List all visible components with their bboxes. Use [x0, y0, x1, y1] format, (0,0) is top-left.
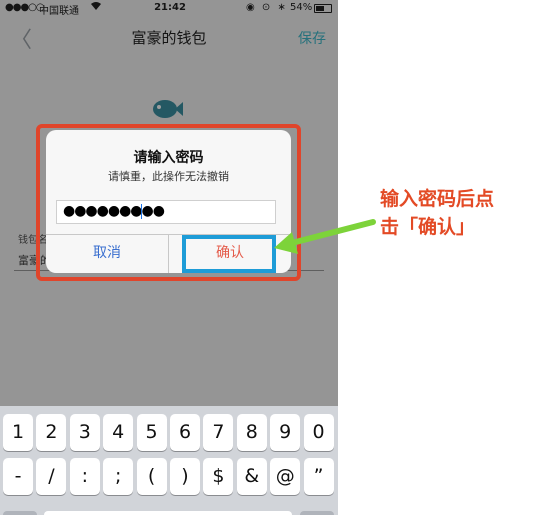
keyboard-key[interactable]: : [69, 458, 100, 495]
keyboard-key[interactable]: / [36, 458, 67, 495]
keyboard-return-key[interactable] [300, 511, 334, 515]
keyboard-key[interactable]: ; [103, 458, 134, 495]
keyboard-key[interactable]: 7 [203, 414, 234, 451]
keyboard-key[interactable]: ) [170, 458, 200, 495]
keyboard-key[interactable]: ” [303, 458, 334, 495]
callout-line-1: 输入密码后点 [380, 188, 495, 210]
keyboard-key[interactable]: @ [270, 458, 301, 495]
keyboard-key[interactable]: 2 [36, 414, 67, 451]
keyboard-key[interactable]: 3 [69, 414, 100, 451]
numeric-keyboard: 1 2 3 4 5 6 7 8 9 0 - /:;() $ & @” [0, 406, 338, 515]
keyboard-key[interactable]: 1 [3, 414, 33, 451]
keyboard-key[interactable]: 4 [103, 414, 134, 451]
callout-line-2: 击「确认」 [380, 216, 476, 238]
keyboard-key[interactable]: ( [136, 458, 167, 495]
instruction-callout: 输入密码后点 击「确认」 [380, 185, 550, 241]
keyboard-key[interactable]: 8 [236, 414, 267, 451]
keyboard-key[interactable]: 6 [170, 414, 200, 451]
keyboard-key[interactable]: 9 [270, 414, 301, 451]
keyboard-key[interactable]: & [236, 458, 267, 495]
confirm-highlight-frame [182, 235, 276, 273]
keyboard-key[interactable]: 0 [303, 414, 334, 451]
pointer-arrow-icon [268, 210, 378, 260]
keyboard-key[interactable]: - [3, 458, 33, 495]
keyboard-space-key[interactable] [44, 511, 292, 515]
keyboard-key[interactable]: 5 [136, 414, 167, 451]
keyboard-key[interactable]: $ [203, 458, 234, 495]
keyboard-mode-key[interactable] [3, 511, 37, 515]
